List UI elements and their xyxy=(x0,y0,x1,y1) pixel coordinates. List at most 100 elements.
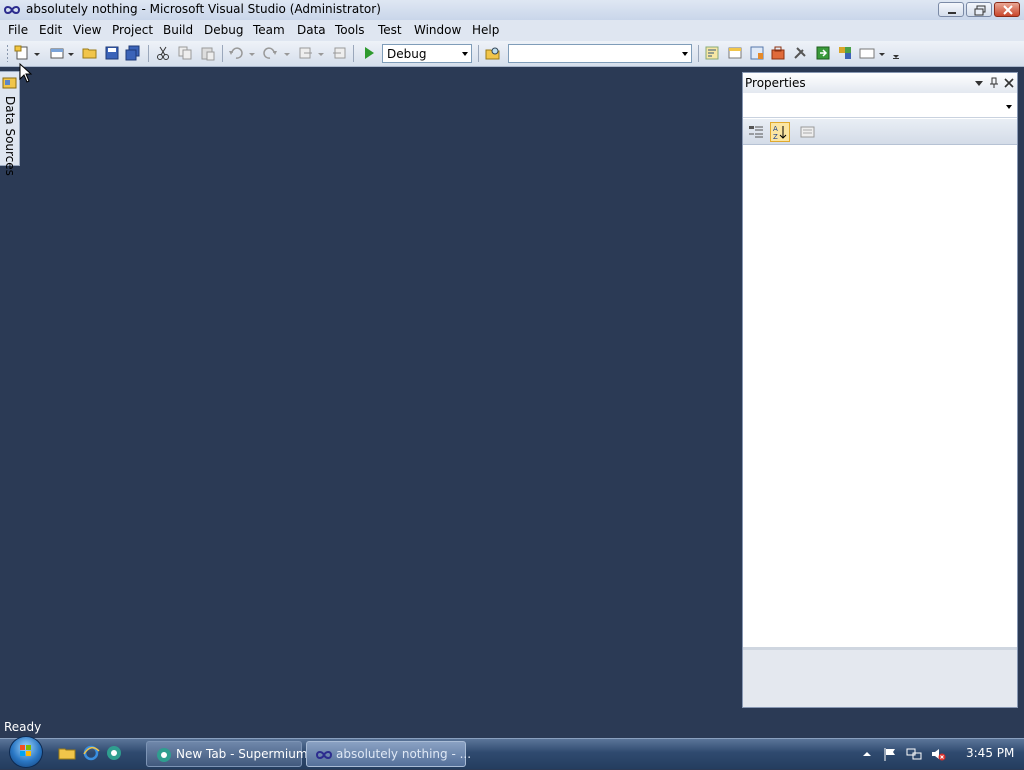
navigate-forward-icon[interactable] xyxy=(331,45,347,61)
menu-project[interactable]: Project xyxy=(112,23,153,37)
menu-edit[interactable]: Edit xyxy=(39,23,62,37)
menu-view[interactable]: View xyxy=(73,23,101,37)
chevron-down-icon xyxy=(682,52,688,56)
property-pages-button[interactable] xyxy=(798,122,818,142)
supermium-icon xyxy=(157,748,171,762)
property-grid[interactable] xyxy=(743,145,1017,647)
toolbox-icon[interactable] xyxy=(770,45,786,61)
chevron-down-icon xyxy=(1006,105,1012,109)
menu-debug[interactable]: Debug xyxy=(204,23,243,37)
properties-window-icon[interactable] xyxy=(727,45,743,61)
taskbar-button-label: absolutely nothing - ... xyxy=(336,747,472,761)
command-window-icon[interactable] xyxy=(859,45,875,61)
menu-test[interactable]: Test xyxy=(378,23,402,37)
navigate-backward-icon[interactable] xyxy=(298,45,314,61)
find-combo[interactable] xyxy=(508,44,692,63)
property-description-pane xyxy=(743,647,1017,707)
network-icon[interactable] xyxy=(906,746,922,762)
alphabetical-button[interactable]: AZ xyxy=(770,122,790,142)
status-bar: Ready xyxy=(0,718,1024,738)
solution-explorer-icon[interactable] xyxy=(704,45,720,61)
start-page-icon[interactable] xyxy=(815,45,831,61)
undo-icon[interactable] xyxy=(228,45,244,61)
paste-icon[interactable] xyxy=(200,45,216,61)
categorized-icon xyxy=(749,126,763,138)
chevron-down-icon[interactable] xyxy=(67,45,75,61)
taskbar-button-label: New Tab - Supermium xyxy=(176,747,308,761)
volume-muted-icon[interactable] xyxy=(930,746,946,762)
visual-studio-icon xyxy=(4,6,20,14)
class-view-icon[interactable] xyxy=(837,45,853,61)
svg-text:Z: Z xyxy=(773,133,778,141)
chevron-down-icon xyxy=(462,52,468,56)
tools-icon[interactable] xyxy=(792,45,808,61)
save-all-icon[interactable] xyxy=(125,45,141,61)
windows-logo-icon xyxy=(20,745,31,756)
data-sources-label: Data Sources xyxy=(3,96,17,176)
window-title: absolutely nothing - Microsoft Visual St… xyxy=(26,2,381,16)
window-position-icon[interactable] xyxy=(972,76,986,90)
start-debugging-icon[interactable] xyxy=(361,45,377,61)
chevron-down-icon[interactable] xyxy=(283,45,291,61)
mouse-cursor-icon xyxy=(19,63,33,83)
properties-title: Properties xyxy=(745,76,806,90)
toolbar-separator xyxy=(478,45,479,62)
toolbar-grip[interactable] xyxy=(7,45,8,62)
close-icon xyxy=(1003,5,1013,15)
redo-icon[interactable] xyxy=(262,45,278,61)
internet-explorer-icon[interactable] xyxy=(82,745,100,761)
object-browser-icon[interactable] xyxy=(749,45,765,61)
taskbar-button-supermium[interactable]: New Tab - Supermium xyxy=(146,741,308,767)
svg-text:A: A xyxy=(773,125,778,133)
property-pages-icon xyxy=(800,126,815,138)
configuration-value: Debug xyxy=(387,47,427,61)
menu-tools[interactable]: Tools xyxy=(335,23,365,37)
solution-configuration-dropdown[interactable]: Debug xyxy=(382,44,472,63)
menu-team[interactable]: Team xyxy=(253,23,285,37)
close-icon[interactable] xyxy=(1002,76,1016,90)
supermium-icon[interactable] xyxy=(105,745,123,761)
cut-icon[interactable] xyxy=(155,45,171,61)
chevron-down-icon[interactable] xyxy=(248,45,256,61)
menu-window[interactable]: Window xyxy=(414,23,461,37)
chevron-down-icon[interactable] xyxy=(317,45,325,61)
menu-data[interactable]: Data xyxy=(297,23,326,37)
save-icon[interactable] xyxy=(104,45,120,61)
alphabetical-icon: AZ xyxy=(773,125,787,141)
properties-object-selector[interactable] xyxy=(743,94,1017,118)
minimize-button[interactable] xyxy=(938,2,964,17)
new-project-icon[interactable] xyxy=(14,45,30,61)
restore-icon xyxy=(974,5,986,16)
categorized-button[interactable] xyxy=(746,122,766,142)
close-button[interactable] xyxy=(994,2,1020,17)
add-item-icon[interactable] xyxy=(49,45,65,61)
properties-header: Properties xyxy=(743,73,1017,93)
chevron-down-icon[interactable] xyxy=(33,45,41,61)
toolbar-options-icon[interactable] xyxy=(891,45,901,61)
copy-icon[interactable] xyxy=(177,45,193,61)
folder-icon[interactable] xyxy=(58,745,76,761)
maximize-button[interactable] xyxy=(966,2,992,17)
data-sources-icon xyxy=(2,77,17,89)
properties-toolbar: AZ xyxy=(743,119,1017,145)
menu-bar: File Edit View Project Build Debug Team … xyxy=(0,20,1024,41)
chevron-down-icon[interactable] xyxy=(878,45,886,61)
toolbar-separator xyxy=(353,45,354,62)
menu-build[interactable]: Build xyxy=(163,23,193,37)
toolbar-separator xyxy=(148,45,149,62)
start-button[interactable] xyxy=(9,736,43,768)
standard-toolbar: Debug xyxy=(0,41,1024,67)
pin-icon[interactable] xyxy=(987,76,1001,90)
menu-help[interactable]: Help xyxy=(472,23,499,37)
show-hidden-icons-icon[interactable] xyxy=(859,746,875,762)
open-folder-icon[interactable] xyxy=(82,45,98,61)
taskbar-button-visual-studio[interactable]: absolutely nothing - ... xyxy=(306,741,471,767)
toolbar-separator xyxy=(222,45,223,62)
data-sources-tab[interactable]: Data Sources xyxy=(0,71,20,176)
menu-file[interactable]: File xyxy=(8,23,28,37)
properties-panel: Properties AZ xyxy=(742,72,1018,708)
find-in-files-icon[interactable] xyxy=(485,45,501,61)
system-clock[interactable]: 3:45 PM xyxy=(966,746,1014,760)
visual-studio-icon xyxy=(316,751,332,759)
action-center-flag-icon[interactable] xyxy=(882,746,898,762)
